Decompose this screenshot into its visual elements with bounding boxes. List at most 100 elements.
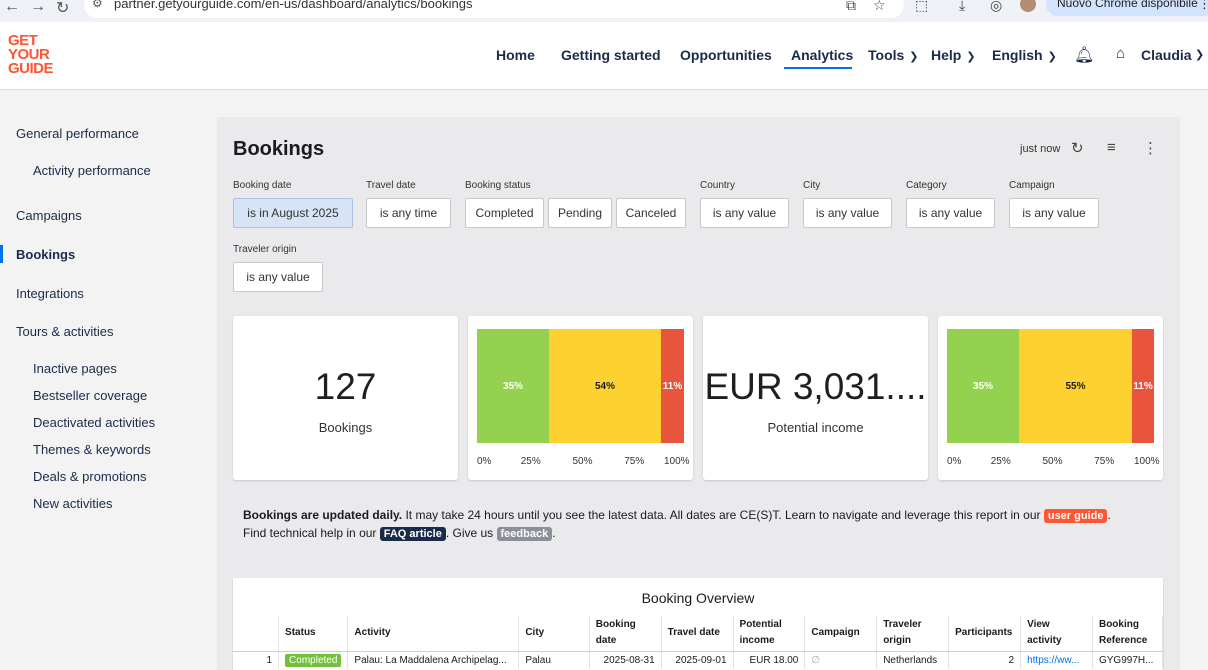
user-menu[interactable]: Claudia bbox=[1141, 47, 1192, 63]
sidebar-item-themes-keywords[interactable]: Themes & keywords bbox=[33, 442, 151, 457]
sidebar-item-general-performance[interactable]: General performance bbox=[16, 126, 139, 141]
sidebar-item-campaigns[interactable]: Campaigns bbox=[16, 208, 82, 223]
column-header[interactable]: View activity bbox=[1020, 616, 1093, 652]
pending-segment[interactable]: 55% bbox=[1019, 329, 1132, 443]
status-cell: Completed bbox=[278, 651, 349, 669]
canceled-segment[interactable]: 11% bbox=[661, 329, 684, 443]
city-filter[interactable]: is any value bbox=[803, 198, 892, 228]
column-header[interactable]: Potential income bbox=[733, 616, 806, 652]
sidebar-item-tours-activities[interactable]: Tours & activities bbox=[16, 324, 114, 339]
column-header bbox=[233, 616, 280, 652]
booking-overview-table: Status Activity City Booking date Travel… bbox=[233, 616, 1163, 669]
table-row[interactable]: 1 Completed Palau: La Maddalena Archipel… bbox=[233, 651, 1163, 669]
nav-opportunities[interactable]: Opportunities bbox=[680, 47, 772, 63]
feedback-link[interactable]: feedback bbox=[496, 527, 553, 541]
sidebar-item-deactivated-activities[interactable]: Deactivated activities bbox=[33, 415, 155, 430]
page-title: Bookings bbox=[233, 138, 325, 160]
nav-help-label: Help bbox=[931, 47, 962, 63]
booking-date-filter[interactable]: is in August 2025 bbox=[233, 198, 353, 228]
campaign-cell: ∅ bbox=[804, 651, 878, 669]
user-guide-link[interactable]: user guide bbox=[1043, 509, 1108, 523]
campaign-filter[interactable]: is any value bbox=[1009, 198, 1099, 228]
booking-reference-cell: GYG997H... bbox=[1092, 651, 1163, 669]
back-icon[interactable]: ← bbox=[4, 0, 20, 16]
refresh-icon[interactable]: ↻ bbox=[1071, 139, 1084, 157]
chevron-down-icon: ❯ bbox=[1047, 51, 1057, 63]
faq-article-link[interactable]: FAQ article bbox=[379, 527, 446, 541]
sidebar-item-bookings[interactable]: Bookings bbox=[16, 247, 75, 262]
completed-segment[interactable]: 35% bbox=[947, 329, 1019, 443]
forward-icon[interactable]: → bbox=[30, 0, 46, 16]
bookmark-star-icon[interactable]: ☆ bbox=[873, 0, 886, 14]
sidebar-item-activity-performance[interactable]: Activity performance bbox=[33, 163, 151, 178]
sidebar-item-inactive-pages[interactable]: Inactive pages bbox=[33, 361, 117, 376]
bookings-count: 127 bbox=[314, 366, 377, 407]
nav-analytics[interactable]: Analytics bbox=[791, 47, 853, 63]
more-icon[interactable]: ⋮ bbox=[1198, 0, 1208, 12]
axis-tick-label: 25% bbox=[520, 456, 541, 467]
potential-income-label: Potential income bbox=[767, 420, 864, 435]
column-header[interactable]: City bbox=[518, 616, 590, 652]
chevron-down-icon[interactable]: ❯ bbox=[1195, 48, 1204, 61]
column-header[interactable]: Activity bbox=[347, 616, 520, 652]
sidebar-item-deals-promotions[interactable]: Deals & promotions bbox=[33, 469, 146, 484]
url-text[interactable]: partner.getyourguide.com/en-us/dashboard… bbox=[114, 0, 472, 11]
download-icon[interactable]: ⤓ bbox=[959, 0, 965, 14]
notice-text: . Give us bbox=[445, 526, 497, 540]
data-update-notice: Bookings are updated daily. It may take … bbox=[243, 506, 1123, 542]
logo-line: GUIDE bbox=[8, 60, 54, 77]
column-header[interactable]: Booking Reference bbox=[1092, 616, 1163, 652]
column-header[interactable]: Status bbox=[278, 616, 349, 652]
column-header[interactable]: Traveler origin bbox=[876, 616, 950, 652]
sidebar-item-new-activities[interactable]: New activities bbox=[33, 496, 112, 511]
category-filter[interactable]: is any value bbox=[906, 198, 995, 228]
building-icon[interactable]: ⌂ bbox=[1116, 45, 1125, 62]
more-options-icon[interactable]: ⋮ bbox=[1143, 139, 1158, 157]
column-header[interactable]: Booking date bbox=[589, 616, 662, 652]
pending-segment[interactable]: 54% bbox=[549, 329, 661, 443]
nav-home[interactable]: Home bbox=[496, 47, 535, 63]
country-filter[interactable]: is any value bbox=[700, 198, 789, 228]
filter-icon[interactable]: ≡ bbox=[1107, 139, 1116, 156]
sidebar-item-integrations[interactable]: Integrations bbox=[16, 286, 84, 301]
nav-getting-started[interactable]: Getting started bbox=[561, 47, 661, 63]
nav-tools[interactable]: Tools ❯ bbox=[868, 47, 919, 63]
install-icon[interactable]: ⧉ bbox=[846, 0, 856, 14]
filter-label-category: Category bbox=[906, 180, 947, 191]
status-completed-toggle[interactable]: Completed bbox=[465, 198, 544, 228]
getyourguide-logo[interactable]: GET YOUR GUIDE bbox=[8, 33, 68, 77]
travel-date-filter[interactable]: is any time bbox=[366, 198, 451, 228]
axis-tick-label: 50% bbox=[572, 456, 593, 467]
site-info-icon[interactable]: ⚙ bbox=[92, 0, 103, 10]
axis-tick-label: 100% bbox=[1134, 456, 1160, 467]
filter-label-booking-date: Booking date bbox=[233, 180, 292, 191]
column-header[interactable]: Campaign bbox=[804, 616, 878, 652]
extensions-icon[interactable]: ⬚ bbox=[915, 0, 928, 14]
profile-avatar[interactable] bbox=[1020, 0, 1036, 12]
reload-icon[interactable]: ↻ bbox=[56, 0, 69, 18]
bookings-label: Bookings bbox=[318, 420, 373, 435]
column-header[interactable]: Travel date bbox=[661, 616, 734, 652]
axis-tick-label: 25% bbox=[990, 456, 1011, 467]
nav-language[interactable]: English ❯ bbox=[992, 47, 1057, 63]
nav-help[interactable]: Help ❯ bbox=[931, 47, 976, 63]
potential-income-value: EUR 3,031.... bbox=[704, 366, 927, 407]
booking-overview-card: Booking Overview Status Activity City Bo… bbox=[233, 578, 1163, 670]
filter-label-traveler-origin: Traveler origin bbox=[233, 244, 297, 255]
sync-icon[interactable]: ◎ bbox=[990, 0, 1002, 14]
bell-icon[interactable]: 🔔︎ bbox=[1074, 45, 1094, 65]
potential-income-cell: EUR 18.00 bbox=[733, 651, 806, 669]
column-header[interactable]: Participants bbox=[948, 616, 1022, 652]
income-kpi-card: EUR 3,031.... Potential income bbox=[703, 316, 928, 480]
activity-cell: Palau: La Maddalena Archipelag... bbox=[347, 651, 520, 669]
filter-label-booking-status: Booking status bbox=[465, 180, 531, 191]
sidebar-item-bestseller-coverage[interactable]: Bestseller coverage bbox=[33, 388, 147, 403]
axis-tick-label: 0% bbox=[477, 456, 492, 467]
view-activity-link[interactable]: https://ww... bbox=[1020, 651, 1093, 669]
filter-label-travel-date: Travel date bbox=[366, 180, 416, 191]
status-canceled-toggle[interactable]: Canceled bbox=[616, 198, 686, 228]
canceled-segment[interactable]: 11% bbox=[1132, 329, 1154, 443]
completed-segment[interactable]: 35% bbox=[477, 329, 549, 443]
status-pending-toggle[interactable]: Pending bbox=[548, 198, 612, 228]
traveler-origin-filter[interactable]: is any value bbox=[233, 262, 323, 292]
